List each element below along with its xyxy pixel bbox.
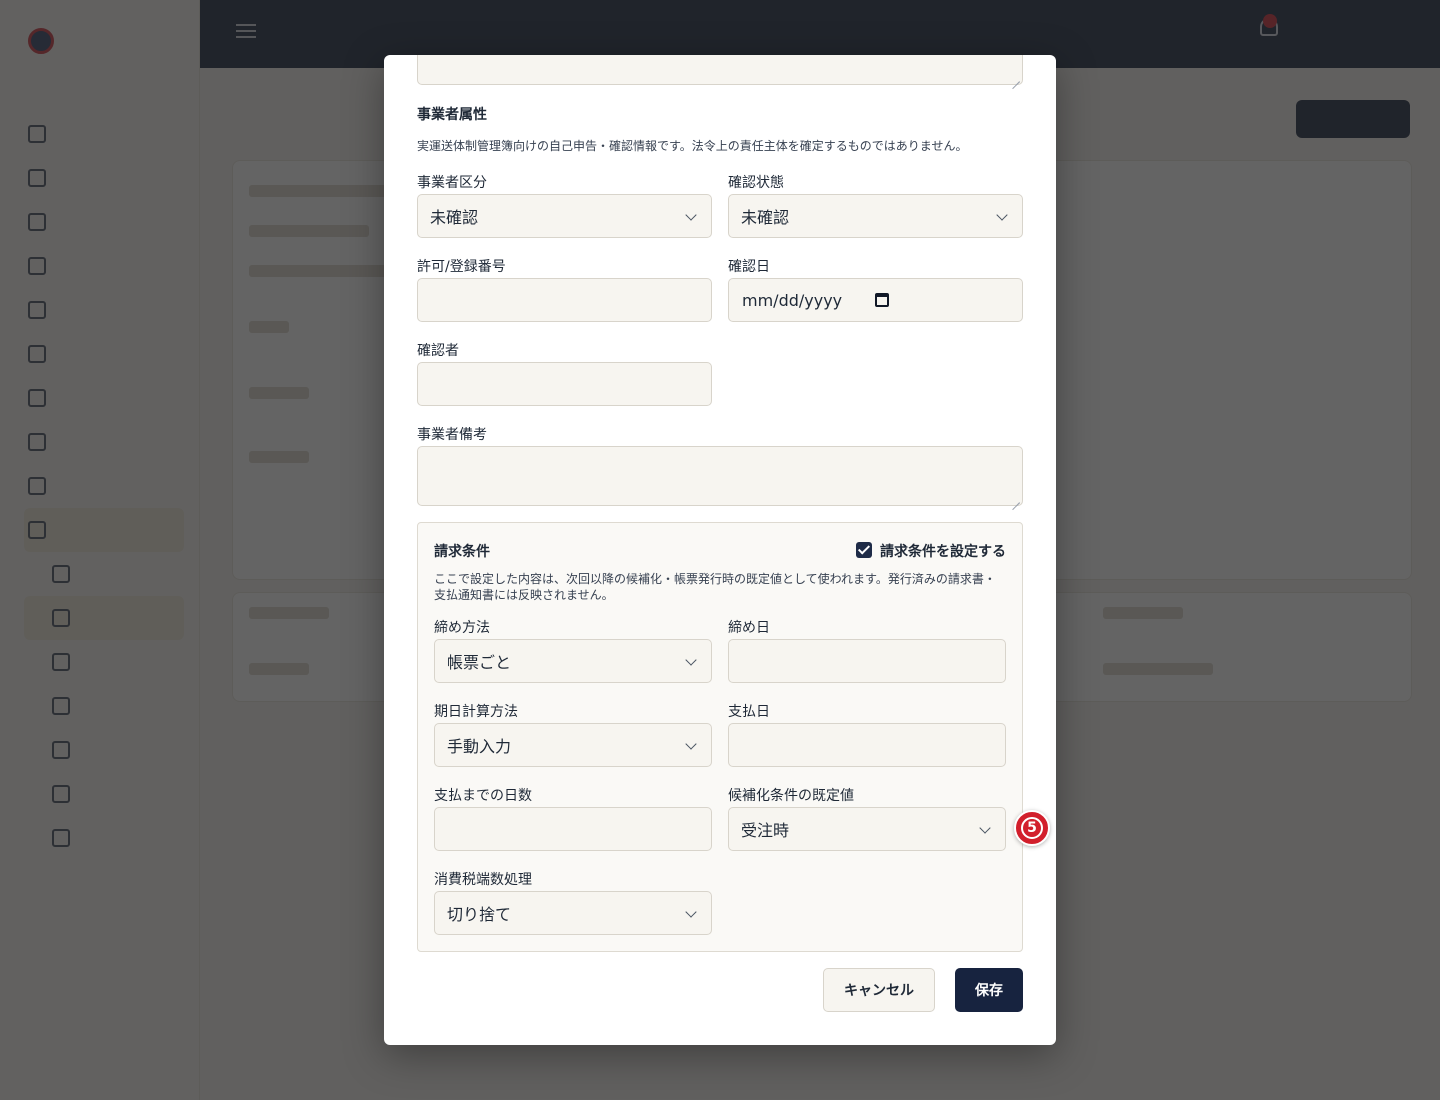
permit-number-label: 許可/登録番号 <box>417 259 506 275</box>
days-until-payment-input[interactable] <box>434 807 712 851</box>
confirm-date-placeholder: mm/dd/yyyy <box>742 290 843 310</box>
step-marker-badge: 5 <box>1014 810 1050 846</box>
operator-notes-label: 事業者備考 <box>417 427 487 443</box>
chevron-down-icon <box>685 738 697 750</box>
operator-notes-textarea[interactable] <box>417 446 1023 506</box>
due-calc-method-value: 手動入力 <box>447 737 512 756</box>
cancel-button[interactable]: キャンセル <box>823 968 935 1012</box>
payment-day-input[interactable] <box>728 723 1006 767</box>
chevron-down-icon <box>685 209 697 221</box>
billing-help-line1: ここで設定した内容は、次回以降の候補化・帳票発行時の既定値として使われます。発行… <box>434 572 996 586</box>
closing-method-label: 締め方法 <box>434 620 490 636</box>
billing-section-title: 請求条件 <box>434 544 490 560</box>
save-button[interactable]: 保存 <box>955 968 1023 1012</box>
closing-day-input[interactable] <box>728 639 1006 683</box>
edit-modal: 事業者属性 実運送体制管理簿向けの自己申告・確認情報です。法令上の責任主体を確定… <box>384 55 1056 1045</box>
due-calc-method-label: 期日計算方法 <box>434 704 518 720</box>
confirm-status-value: 未確認 <box>741 208 790 227</box>
tax-rounding-select[interactable]: 切り捨て <box>434 891 712 935</box>
calendar-icon[interactable] <box>875 293 889 307</box>
candidate-default-select[interactable]: 受注時 <box>728 807 1006 851</box>
confirm-date-label: 確認日 <box>728 259 770 275</box>
tax-rounding-value: 切り捨て <box>447 905 512 924</box>
payment-day-label: 支払日 <box>728 704 770 720</box>
previous-notes-textarea[interactable] <box>417 55 1023 85</box>
step-marker-number: 5 <box>1021 817 1043 839</box>
operator-section-help: 実運送体制管理簿向けの自己申告・確認情報です。法令上の責任主体を確定するものでは… <box>417 139 968 153</box>
chevron-down-icon <box>996 209 1008 221</box>
billing-conditions-panel: 請求条件 請求条件を設定する ここで設定した内容は、次回以降の候補化・帳票発行時… <box>417 522 1023 952</box>
confirmer-label: 確認者 <box>417 343 459 359</box>
confirm-status-select[interactable]: 未確認 <box>728 194 1023 238</box>
resize-handle-icon <box>1012 74 1020 82</box>
chevron-down-icon <box>979 822 991 834</box>
resize-handle-icon <box>1012 495 1020 503</box>
closing-method-select[interactable]: 帳票ごと <box>434 639 712 683</box>
closing-method-value: 帳票ごと <box>447 653 512 672</box>
billing-enable-label[interactable]: 請求条件を設定する <box>880 541 1006 561</box>
operator-type-label: 事業者区分 <box>417 175 487 191</box>
closing-day-label: 締め日 <box>728 620 770 636</box>
confirmer-input[interactable] <box>417 362 712 406</box>
tax-rounding-label: 消費税端数処理 <box>434 872 532 888</box>
candidate-default-value: 受注時 <box>741 821 790 840</box>
days-until-payment-label: 支払までの日数 <box>434 788 532 804</box>
permit-number-input[interactable] <box>417 278 712 322</box>
operator-type-select[interactable]: 未確認 <box>417 194 712 238</box>
chevron-down-icon <box>685 906 697 918</box>
chevron-down-icon <box>685 654 697 666</box>
billing-help-line2: 支払通知書には反映されません。 <box>434 588 614 602</box>
candidate-default-label: 候補化条件の既定値 <box>728 788 854 804</box>
operator-section-title: 事業者属性 <box>417 107 487 123</box>
due-calc-method-select[interactable]: 手動入力 <box>434 723 712 767</box>
billing-enable-checkbox[interactable] <box>856 542 872 558</box>
operator-type-value: 未確認 <box>430 208 479 227</box>
confirm-date-input[interactable]: mm/dd/yyyy <box>728 278 1023 322</box>
confirm-status-label: 確認状態 <box>728 175 784 191</box>
